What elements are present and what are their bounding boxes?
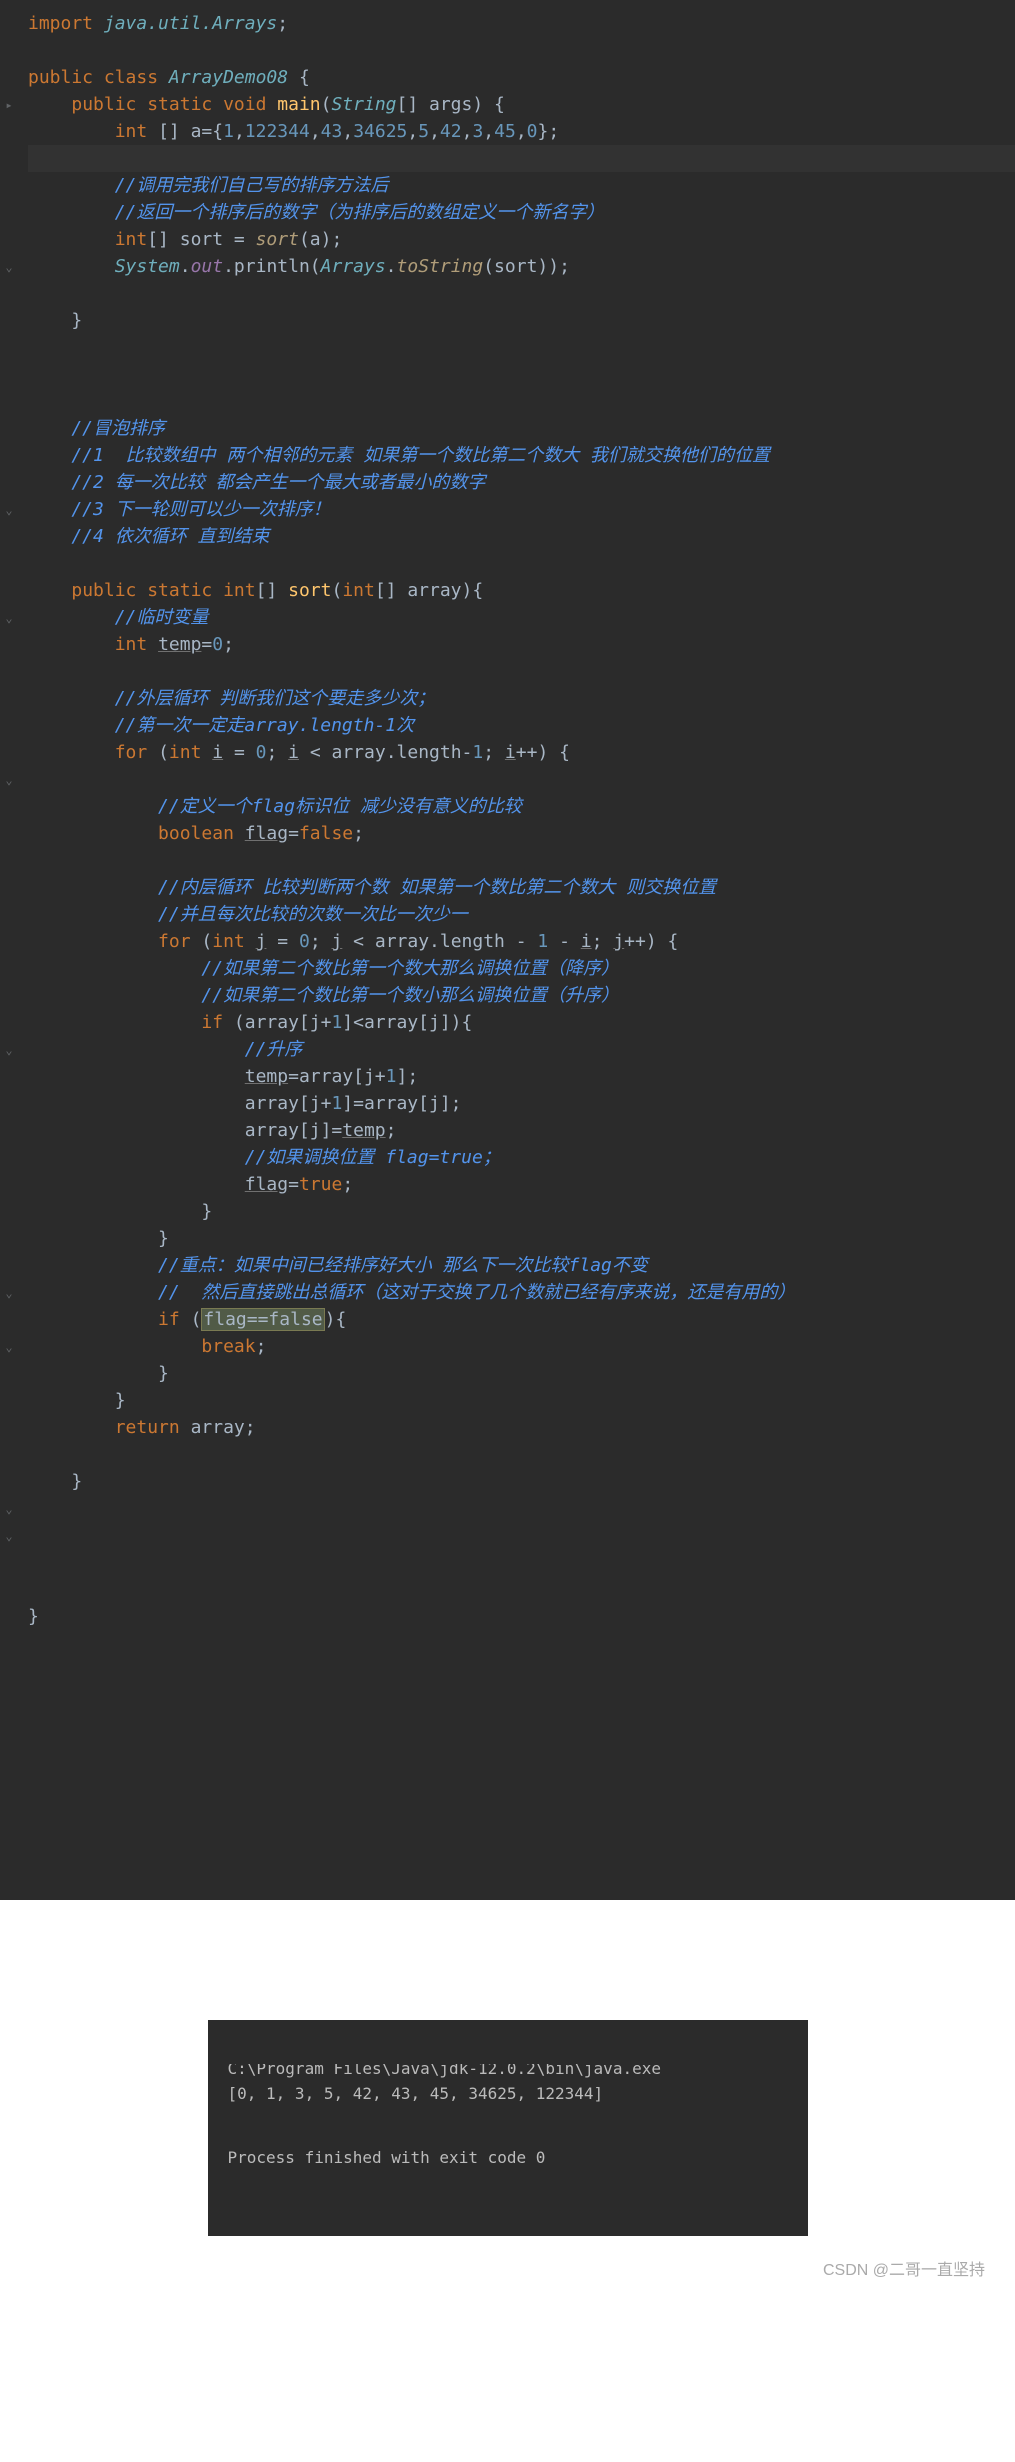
code-line xyxy=(28,550,1015,577)
code-line: //临时变量 xyxy=(28,604,1015,631)
code-line: System.out.println(Arrays.toString(sort)… xyxy=(28,253,1015,280)
code-line xyxy=(28,1441,1015,1468)
code-line: //重点：如果中间已经排序好大小 那么下一次比较flag不变 xyxy=(28,1252,1015,1279)
code-line: flag=true; xyxy=(28,1171,1015,1198)
code-line: for (int i = 0; i < array.length-1; i++)… xyxy=(28,739,1015,766)
code-line: } xyxy=(28,1225,1015,1252)
code-line: //如果第二个数比第一个数小那么调换位置（升序） xyxy=(28,982,1015,1009)
code-line: break; xyxy=(28,1333,1015,1360)
code-line xyxy=(28,334,1015,361)
code-line: //升序 xyxy=(28,1036,1015,1063)
code-editor[interactable]: ▸ ⌄ ⌄ ⌄ ⌄ ⌄ ⌄ ⌄ ⌄ ⌄ import java.util.Arr… xyxy=(0,0,1015,1900)
code-line: } xyxy=(28,307,1015,334)
code-line: } xyxy=(28,1360,1015,1387)
code-line: //冒泡排序 xyxy=(28,415,1015,442)
code-line xyxy=(28,1738,1015,1765)
code-line: //1 比较数组中 两个相邻的元素 如果第一个数比第二个数大 我们就交换他们的位… xyxy=(28,442,1015,469)
code-line xyxy=(28,1576,1015,1603)
code-line: boolean flag=false; xyxy=(28,820,1015,847)
code-line: int temp=0; xyxy=(28,631,1015,658)
code-line xyxy=(28,1522,1015,1549)
code-line: return array; xyxy=(28,1414,1015,1441)
code-line: int [] a={1,122344,43,34625,5,42,3,45,0}… xyxy=(28,118,1015,145)
console-line: Process finished with exit code 0 xyxy=(228,2148,546,2167)
gutter: ▸ ⌄ ⌄ ⌄ ⌄ ⌄ ⌄ ⌄ ⌄ ⌄ xyxy=(0,10,20,1890)
code-area[interactable]: import java.util.Arrays; public class Ar… xyxy=(20,10,1015,1890)
code-line xyxy=(28,145,1015,172)
console-output: C:\Program Files\Java\jdk-12.0.2\bin\jav… xyxy=(208,2020,808,2236)
code-line: if (flag==false){ xyxy=(28,1306,1015,1333)
code-line: //如果调换位置 flag=true； xyxy=(28,1144,1015,1171)
code-line: //第一次一定走array.length-1次 xyxy=(28,712,1015,739)
code-line: //如果第二个数比第一个数大那么调换位置（降序） xyxy=(28,955,1015,982)
code-line: if (array[j+1]<array[j]){ xyxy=(28,1009,1015,1036)
code-line xyxy=(28,1684,1015,1711)
code-line: //并且每次比较的次数一次比一次少一 xyxy=(28,901,1015,928)
code-line: //内层循环 比较判断两个数 如果第一个数比第二个数大 则交换位置 xyxy=(28,874,1015,901)
code-line xyxy=(28,361,1015,388)
code-line: //返回一个排序后的数字（为排序后的数组定义一个新名字） xyxy=(28,199,1015,226)
code-line: int[] sort = sort(a); xyxy=(28,226,1015,253)
code-line: //外层循环 判断我们这个要走多少次； xyxy=(28,685,1015,712)
code-line: } xyxy=(28,1468,1015,1495)
code-line xyxy=(28,388,1015,415)
code-line xyxy=(28,1495,1015,1522)
code-line: public static void main(String[] args) { xyxy=(28,91,1015,118)
code-line: //2 每一次比较 都会产生一个最大或者最小的数字 xyxy=(28,469,1015,496)
code-line xyxy=(28,847,1015,874)
code-line: } xyxy=(28,1387,1015,1414)
code-line xyxy=(28,37,1015,64)
code-line xyxy=(28,1765,1015,1792)
code-line xyxy=(28,1792,1015,1819)
code-line: public static int[] sort(int[] array){ xyxy=(28,577,1015,604)
code-line xyxy=(28,658,1015,685)
code-line: //4 依次循环 直到结束 xyxy=(28,523,1015,550)
code-line xyxy=(28,280,1015,307)
code-line: public class ArrayDemo08 { xyxy=(28,64,1015,91)
code-line: //定义一个flag标识位 减少没有意义的比较 xyxy=(28,793,1015,820)
code-line: //调用完我们自己写的排序方法后 xyxy=(28,172,1015,199)
code-line: temp=array[j+1]; xyxy=(28,1063,1015,1090)
code-line xyxy=(28,1549,1015,1576)
code-line: import java.util.Arrays; xyxy=(28,10,1015,37)
code-line xyxy=(28,1657,1015,1684)
code-line xyxy=(28,1711,1015,1738)
code-line: // 然后直接跳出总循环（这对于交换了几个数就已经有序来说，还是有用的） xyxy=(28,1279,1015,1306)
code-line: } xyxy=(28,1198,1015,1225)
code-line: array[j+1]=array[j]; xyxy=(28,1090,1015,1117)
code-line xyxy=(28,766,1015,793)
code-line: } xyxy=(28,1603,1015,1630)
code-line: //3 下一轮则可以少一次排序！ xyxy=(28,496,1015,523)
watermark: CSDN @二哥一直坚持 xyxy=(0,2236,1015,2300)
code-line: for (int j = 0; j < array.length - 1 - i… xyxy=(28,928,1015,955)
code-line xyxy=(28,1630,1015,1657)
code-line: array[j]=temp; xyxy=(28,1117,1015,1144)
console-line: [0, 1, 3, 5, 42, 43, 45, 34625, 122344] xyxy=(228,2084,604,2103)
